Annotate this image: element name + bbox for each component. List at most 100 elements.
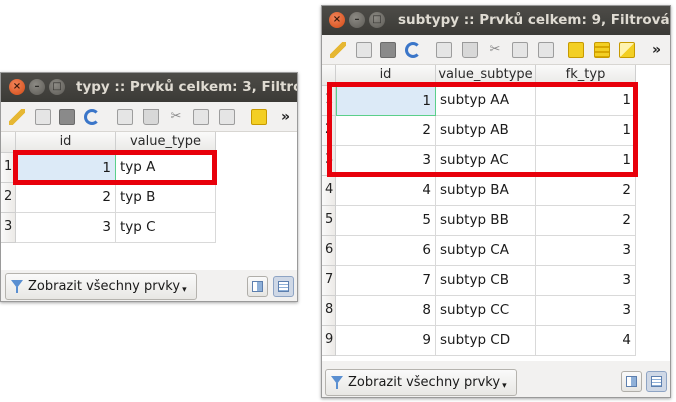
table-cell-id[interactable]: 2: [336, 116, 436, 146]
chevron-down-icon: ▾: [182, 285, 187, 295]
table-cell-id[interactable]: 6: [336, 236, 436, 266]
row-header[interactable]: 7: [322, 266, 336, 296]
column-header-fk-typ[interactable]: fk_typ: [536, 65, 636, 86]
minimize-window-button[interactable]: –: [29, 79, 45, 95]
more-icon[interactable]: »: [281, 109, 297, 125]
delete-icon[interactable]: [462, 42, 478, 58]
table-cell-id[interactable]: 8: [336, 296, 436, 326]
table-cell-value-type[interactable]: typ A: [116, 153, 216, 183]
toggle-editing-pencil-icon[interactable]: [330, 42, 346, 58]
more-icon[interactable]: »: [652, 42, 668, 58]
table-cell-fk-typ[interactable]: 1: [536, 86, 636, 116]
column-header-value-type[interactable]: value_type: [116, 132, 216, 153]
corner-header[interactable]: [1, 132, 16, 153]
window-title: typy :: Prvků celkem: 3, Filtrováno: 3, …: [76, 79, 297, 95]
attribute-toolbar: ✂ »: [322, 35, 670, 65]
row-header[interactable]: 2: [1, 183, 16, 213]
table-cell-id[interactable]: 2: [16, 183, 116, 213]
row-header[interactable]: 9: [322, 326, 336, 356]
paste-icon[interactable]: [538, 42, 554, 58]
table-cell-value-subtype[interactable]: subtyp BB: [436, 206, 536, 236]
select-by-expression-icon[interactable]: [251, 109, 267, 125]
table-cell-value-subtype[interactable]: subtyp CB: [436, 266, 536, 296]
cut-icon[interactable]: ✂: [168, 109, 184, 125]
table-cell-value-type[interactable]: typ C: [116, 213, 216, 243]
attribute-table-window-typy: × – □ typy :: Prvků celkem: 3, Filtrován…: [0, 72, 298, 302]
table-view-button[interactable]: [273, 276, 294, 297]
edit-table-icon[interactable]: [356, 42, 372, 58]
maximize-window-button[interactable]: □: [369, 12, 385, 28]
delete-icon[interactable]: [143, 109, 159, 125]
table-cell-id[interactable]: 1: [336, 86, 436, 116]
table-cell-value-type[interactable]: typ B: [116, 183, 216, 213]
attribute-table-grid: id value_type 1 1 typ A 2 2 typ B 3 3 ty…: [1, 132, 297, 270]
column-header-id[interactable]: id: [16, 132, 116, 153]
filter-funnel-stem: [16, 287, 18, 293]
table-cell-fk-typ[interactable]: 3: [536, 266, 636, 296]
copy-icon[interactable]: [193, 109, 209, 125]
row-header[interactable]: 2: [322, 116, 336, 146]
add-feature-icon[interactable]: [436, 42, 452, 58]
edit-table-icon[interactable]: [35, 109, 51, 125]
table-cell-fk-typ[interactable]: 2: [536, 176, 636, 206]
row-header[interactable]: 8: [322, 296, 336, 326]
copy-icon[interactable]: [512, 42, 528, 58]
row-header[interactable]: 4: [322, 176, 336, 206]
table-cell-value-subtype[interactable]: subtyp AA: [436, 86, 536, 116]
form-view-button[interactable]: [247, 276, 268, 297]
row-header[interactable]: 1: [1, 153, 16, 183]
toggle-editing-pencil-icon[interactable]: [9, 109, 25, 125]
minimize-window-button[interactable]: –: [349, 12, 365, 28]
filter-dropdown-button[interactable]: Zobrazit všechny prvky ▾: [5, 273, 197, 300]
table-cell-value-subtype[interactable]: subtyp CD: [436, 326, 536, 356]
form-view-button[interactable]: [621, 371, 642, 392]
table-cell-id[interactable]: 1: [16, 153, 116, 183]
filter-label: Zobrazit všechny prvky: [348, 375, 501, 390]
field-calculator-icon[interactable]: [594, 42, 610, 58]
table-view-button[interactable]: [646, 371, 667, 392]
corner-header[interactable]: [322, 65, 336, 86]
table-cell-id[interactable]: 7: [336, 266, 436, 296]
maximize-window-button[interactable]: □: [49, 79, 65, 95]
filter-label: Zobrazit všechny prvky: [28, 279, 181, 294]
table-cell-id[interactable]: 3: [16, 213, 116, 243]
column-header-value-subtype[interactable]: value_subtype: [436, 65, 536, 86]
table-view-icon: [278, 281, 289, 292]
table-cell-fk-typ[interactable]: 1: [536, 146, 636, 176]
refresh-icon[interactable]: [405, 42, 421, 58]
table-cell-id[interactable]: 3: [336, 146, 436, 176]
table-cell-id[interactable]: 4: [336, 176, 436, 206]
attribute-table-window-subtypy: × – □ subtypy :: Prvků celkem: 9, Filtro…: [321, 5, 671, 398]
row-header[interactable]: 6: [322, 236, 336, 266]
title-bar[interactable]: × – □ typy :: Prvků celkem: 3, Filtrován…: [1, 73, 297, 102]
table-cell-value-subtype[interactable]: subtyp AB: [436, 116, 536, 146]
paste-icon[interactable]: [219, 109, 235, 125]
table-cell-value-subtype[interactable]: subtyp AC: [436, 146, 536, 176]
refresh-icon[interactable]: [84, 109, 100, 125]
conditional-format-icon[interactable]: [619, 42, 635, 58]
table-cell-id[interactable]: 9: [336, 326, 436, 356]
title-bar[interactable]: × – □ subtypy :: Prvků celkem: 9, Filtro…: [322, 6, 670, 35]
column-header-id[interactable]: id: [336, 65, 436, 86]
cut-icon[interactable]: ✂: [487, 42, 503, 58]
add-feature-icon[interactable]: [117, 109, 133, 125]
table-cell-fk-typ[interactable]: 3: [536, 296, 636, 326]
row-header[interactable]: 3: [322, 146, 336, 176]
table-cell-value-subtype[interactable]: subtyp CA: [436, 236, 536, 266]
table-cell-fk-typ[interactable]: 3: [536, 236, 636, 266]
table-cell-id[interactable]: 5: [336, 206, 436, 236]
table-cell-fk-typ[interactable]: 1: [536, 116, 636, 146]
table-cell-value-subtype[interactable]: subtyp BA: [436, 176, 536, 206]
select-by-expression-icon[interactable]: [568, 42, 584, 58]
save-icon[interactable]: [59, 109, 75, 125]
filter-dropdown-button[interactable]: Zobrazit všechny prvky ▾: [325, 369, 517, 396]
close-window-button[interactable]: ×: [9, 79, 25, 95]
table-cell-fk-typ[interactable]: 2: [536, 206, 636, 236]
row-header[interactable]: 3: [1, 213, 16, 243]
row-header[interactable]: 1: [322, 86, 336, 116]
row-header[interactable]: 5: [322, 206, 336, 236]
save-icon[interactable]: [380, 42, 396, 58]
table-cell-value-subtype[interactable]: subtyp CC: [436, 296, 536, 326]
table-cell-fk-typ[interactable]: 4: [536, 326, 636, 356]
close-window-button[interactable]: ×: [329, 12, 345, 28]
